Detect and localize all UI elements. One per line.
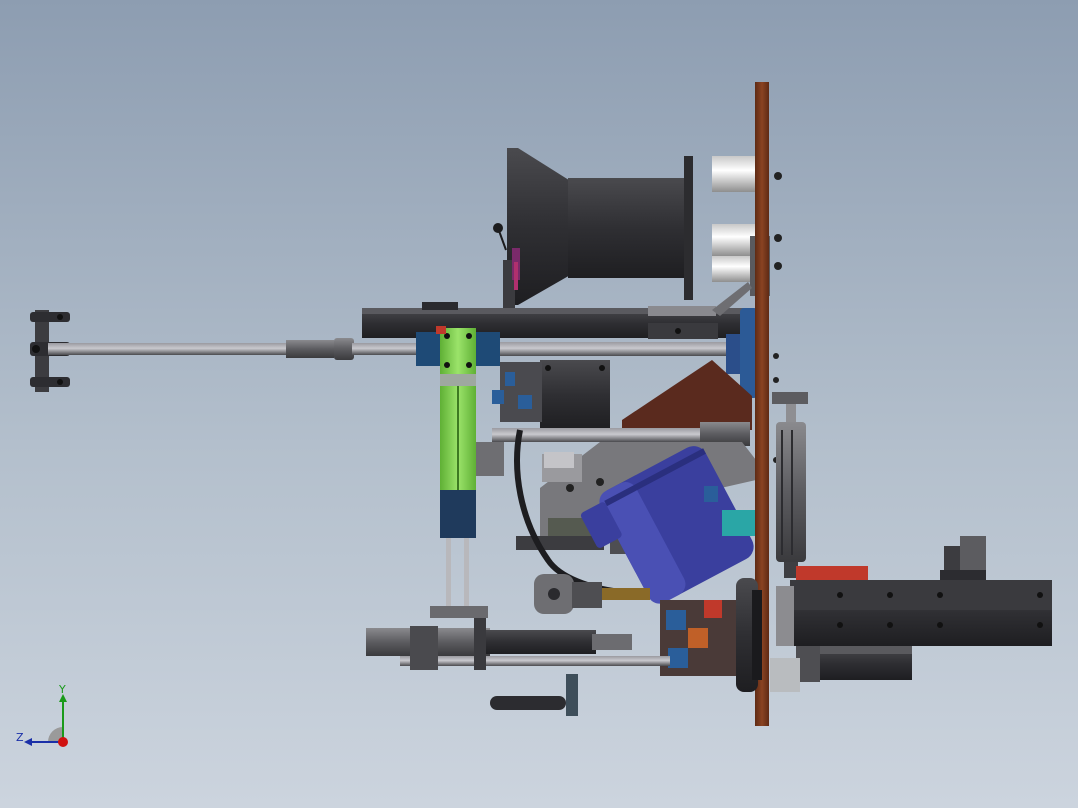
z-arrow-icon (24, 738, 32, 746)
right-linear-module[interactable] (790, 536, 1052, 646)
triad-graphic (24, 694, 68, 747)
lower-cylinders[interactable] (366, 606, 670, 716)
cad-viewport[interactable]: Y Z (0, 0, 1078, 808)
servo-motor[interactable] (770, 646, 912, 692)
spool-assembly[interactable] (493, 148, 693, 310)
vertical-cylinder[interactable] (772, 392, 808, 578)
white-cylinders[interactable] (712, 156, 782, 296)
z-axis-label: Z (16, 731, 24, 744)
machine-model[interactable] (0, 0, 1078, 808)
axis-triad: Y Z (8, 684, 80, 756)
teal-block[interactable] (722, 510, 758, 536)
x-axis-dot-icon (58, 737, 68, 747)
central-block[interactable] (492, 360, 610, 430)
upper-beam[interactable] (362, 282, 754, 339)
y-axis-label: Y (59, 683, 66, 696)
